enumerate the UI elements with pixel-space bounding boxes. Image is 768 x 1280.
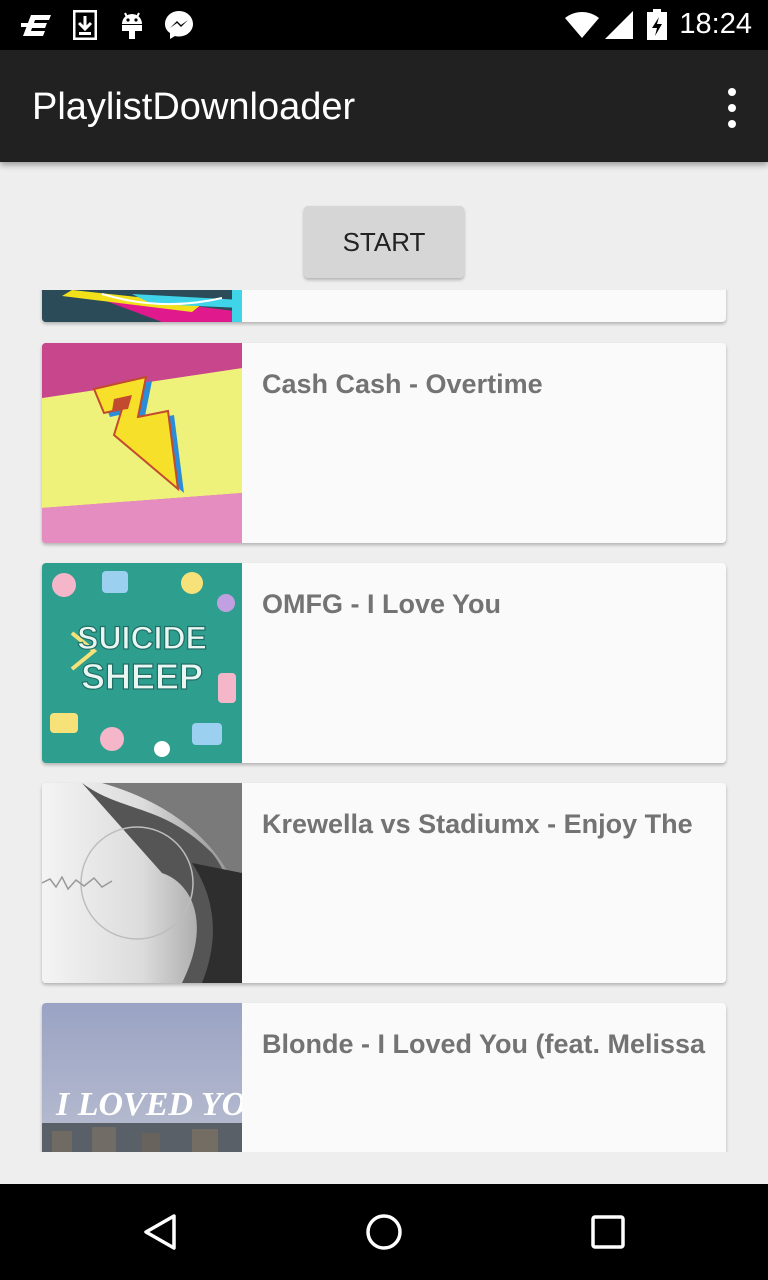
list-item[interactable]: I LOVED YOU Blonde - I Loved You (feat. … bbox=[42, 1003, 726, 1152]
thumbnail-text: I LOVED YOU bbox=[55, 1086, 242, 1123]
track-thumbnail bbox=[42, 783, 242, 983]
download-icon bbox=[72, 9, 98, 41]
track-title: OMFG - I Love You bbox=[262, 589, 502, 619]
e-icon bbox=[20, 9, 54, 41]
playlist-list[interactable]: Cash Cash - Overtime SUICIDE SHEEP OMFG … bbox=[0, 290, 768, 1152]
app-title: PlaylistDownloader bbox=[32, 86, 356, 128]
thumbnail-text-1: SUICIDE bbox=[77, 620, 207, 656]
track-title: Krewella vs Stadiumx - Enjoy The bbox=[262, 809, 693, 839]
status-time: 18:24 bbox=[679, 8, 752, 40]
track-title: Cash Cash - Overtime bbox=[262, 369, 543, 399]
list-item[interactable] bbox=[42, 290, 726, 322]
thumbnail-text-2: SHEEP bbox=[81, 656, 203, 697]
wifi-icon bbox=[564, 9, 600, 41]
battery-charging-icon bbox=[644, 9, 670, 41]
start-button[interactable]: START bbox=[304, 206, 464, 278]
status-bar: 18:24 bbox=[0, 0, 768, 50]
navigation-bar bbox=[0, 1184, 768, 1280]
track-thumbnail bbox=[42, 343, 242, 543]
messenger-icon bbox=[162, 9, 196, 41]
overflow-menu-icon[interactable] bbox=[724, 88, 740, 128]
list-item[interactable]: Cash Cash - Overtime bbox=[42, 343, 726, 543]
list-item[interactable]: SUICIDE SHEEP OMFG - I Love You bbox=[42, 563, 726, 763]
back-icon[interactable] bbox=[134, 1206, 186, 1258]
app-bar: PlaylistDownloader bbox=[0, 50, 768, 162]
track-thumbnail bbox=[42, 290, 242, 322]
track-title: Blonde - I Loved You (feat. Melissa bbox=[262, 1029, 706, 1059]
recents-icon[interactable] bbox=[582, 1206, 634, 1258]
android-icon bbox=[118, 9, 146, 41]
home-icon[interactable] bbox=[358, 1206, 410, 1258]
track-thumbnail: SUICIDE SHEEP bbox=[42, 563, 242, 763]
list-item[interactable]: Krewella vs Stadiumx - Enjoy The bbox=[42, 783, 726, 983]
track-thumbnail: I LOVED YOU bbox=[42, 1003, 242, 1152]
signal-icon bbox=[604, 9, 634, 41]
